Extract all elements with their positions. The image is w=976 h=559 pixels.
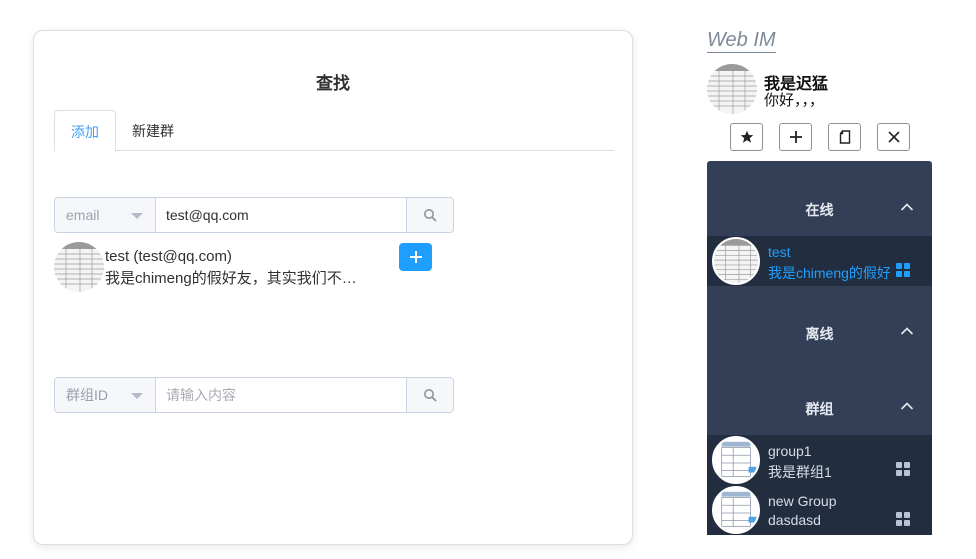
contact-list: 在线 test 我是chimeng的假好友，其实我们不认识 (707, 161, 932, 535)
avatar (712, 436, 760, 484)
group-search-input[interactable] (156, 378, 407, 412)
group-description: dasdasd (768, 512, 821, 528)
tab-create-group[interactable]: 新建群 (116, 110, 190, 152)
search-type-value: email (66, 207, 100, 223)
chat-icon[interactable] (896, 462, 910, 476)
my-avatar[interactable] (707, 64, 757, 114)
contact-signature: 我是chimeng的假好友，其实我们不认识 (768, 265, 890, 281)
plus-icon (789, 131, 802, 143)
group-item[interactable]: new Group dasdasd (707, 485, 932, 535)
chat-icon[interactable] (896, 263, 910, 277)
contact-name: test (768, 244, 791, 260)
offline-group-header[interactable]: 离线 (707, 312, 932, 352)
group-search-type-select[interactable]: 群组ID (55, 378, 156, 412)
offline-group-label: 离线 (805, 327, 834, 343)
group-item[interactable]: group1 我是群组1 (707, 435, 932, 485)
online-group-header[interactable]: 在线 (707, 188, 932, 228)
my-signature: 你好，，， (764, 91, 825, 109)
result-signature: 我是chimeng的假好友，其实我们不认识 (105, 270, 365, 287)
chevron-up-icon (900, 203, 914, 211)
user-search-input[interactable] (156, 198, 407, 232)
group-description: 我是群组1 (768, 464, 832, 480)
caret-down-icon (131, 393, 143, 399)
close-icon (887, 131, 900, 143)
add-button[interactable] (779, 123, 812, 151)
group-name: new Group (768, 493, 837, 509)
app-brand: Web IM (707, 29, 776, 53)
avatar (712, 486, 760, 534)
search-result-item: test (test@qq.com) 我是chimeng的假好友，其实我们不认识 (54, 242, 474, 292)
groups-group-header[interactable]: 群组 (707, 387, 932, 427)
online-group-label: 在线 (805, 203, 834, 219)
document-button[interactable] (828, 123, 861, 151)
tab-bar: 添加 新建群 (54, 110, 614, 152)
plus-icon (409, 251, 422, 263)
avatar (54, 242, 104, 292)
tab-add[interactable]: 添加 (54, 110, 116, 152)
search-icon (424, 209, 437, 222)
find-dialog: 查找 添加 新建群 email test@qq.com test (test@q… (33, 30, 633, 545)
avatar (712, 237, 760, 285)
chat-icon[interactable] (896, 512, 910, 526)
chevron-up-icon (900, 327, 914, 335)
user-search-button[interactable] (406, 198, 453, 232)
groups-group-label: 群组 (805, 402, 834, 418)
add-friend-button[interactable] (399, 243, 432, 271)
chevron-up-icon (900, 402, 914, 410)
favorites-button[interactable] (730, 123, 763, 151)
result-name: test (test@qq.com) (105, 248, 232, 265)
group-search-type-value: 群组ID (66, 387, 108, 403)
search-icon (424, 389, 437, 402)
dialog-title: 查找 (316, 74, 350, 94)
document-icon (839, 130, 850, 144)
group-search-group: 群组ID (54, 377, 454, 413)
user-search-group: email (54, 197, 454, 233)
caret-down-icon (131, 213, 143, 219)
close-button[interactable] (877, 123, 910, 151)
search-type-select[interactable]: email (55, 198, 156, 232)
star-icon (740, 130, 753, 143)
contact-item[interactable]: test 我是chimeng的假好友，其实我们不认识 (707, 236, 932, 286)
group-name: group1 (768, 443, 812, 459)
group-search-button[interactable] (406, 378, 453, 412)
